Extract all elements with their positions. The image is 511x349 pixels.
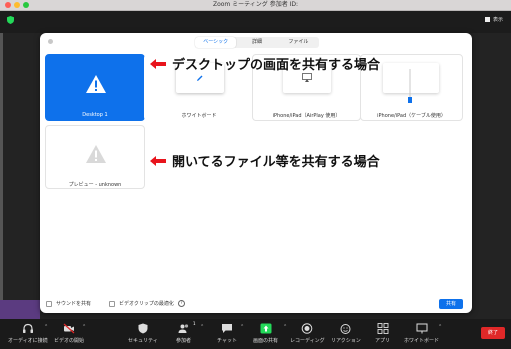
security-label: セキュリティ xyxy=(128,338,158,344)
apps-button[interactable]: アプリ xyxy=(375,323,390,344)
callout-desktop: デスクトップの画面を共有する場合 xyxy=(150,54,380,73)
cable-icon xyxy=(408,69,412,103)
optimize-video-label: ビデオクリップの最適化 xyxy=(119,301,174,307)
smiley-plus-icon xyxy=(340,324,351,334)
meeting-toolbar: オーディオに接続 ⌃ ビデオの開始 ⌃ セキュリティ 参加者 1 ⌃ チャット … xyxy=(0,319,511,349)
window-title: Zoom ミーティング 参加者 ID: xyxy=(212,1,299,8)
callout-file: 開いてるファイル等を共有する場合 xyxy=(150,151,380,170)
airplay-icon xyxy=(302,73,312,82)
chevron-up-icon[interactable]: ⌃ xyxy=(200,324,204,330)
end-meeting-button[interactable]: 終了 xyxy=(481,327,505,339)
share-sound-label: サウンドを共有 xyxy=(56,301,92,307)
chevron-up-icon[interactable]: ⌃ xyxy=(438,324,442,330)
chat-label: チャット xyxy=(217,338,237,344)
tile-label-cable: iPhone/iPad（ケーブル使用） xyxy=(377,113,446,119)
start-video-button[interactable]: ビデオの開始 xyxy=(54,323,84,344)
chevron-up-icon[interactable]: ⌃ xyxy=(44,324,48,330)
shield-icon[interactable] xyxy=(7,16,14,24)
record-button[interactable]: レコーディング xyxy=(290,323,325,344)
share-button[interactable]: 共有 xyxy=(439,299,463,309)
headphones-icon xyxy=(22,323,33,333)
warning-icon xyxy=(86,75,106,93)
chevron-up-icon[interactable]: ⌃ xyxy=(82,324,86,330)
pencil-icon xyxy=(197,75,203,81)
share-sound-option[interactable]: サウンドを共有 xyxy=(46,300,91,307)
view-label: 表示 xyxy=(492,17,503,23)
reactions-button[interactable]: リアクション xyxy=(331,323,361,344)
shield-icon xyxy=(138,323,148,334)
join-audio-label: オーディオに接続 xyxy=(8,338,48,344)
window-titlebar: Zoom ミーティング 参加者 ID: xyxy=(0,0,511,11)
stage-edge xyxy=(0,33,3,319)
callout-desktop-text: デスクトップの画面を共有する場合 xyxy=(172,58,381,73)
chat-button[interactable]: チャット xyxy=(217,323,237,344)
tile-label-preview: プレビュー - unknown xyxy=(68,182,122,188)
apps-icon xyxy=(377,323,388,334)
tab-basic[interactable]: ベーシック xyxy=(195,37,237,48)
meeting-topbar: 表示 xyxy=(0,11,511,33)
help-icon[interactable]: ? xyxy=(177,300,185,307)
participants-icon xyxy=(178,324,188,333)
warning-icon xyxy=(86,145,106,163)
close-dialog-button[interactable] xyxy=(48,39,53,44)
chevron-up-icon[interactable]: ⌃ xyxy=(283,324,287,330)
record-label: レコーディング xyxy=(290,338,325,344)
share-screen-label: 画面の共有 xyxy=(253,338,279,344)
share-screen-icon xyxy=(260,323,271,334)
whiteboard-button[interactable]: ホワイトボード xyxy=(404,323,439,344)
share-tile-preview[interactable]: プレビュー - unknown xyxy=(45,125,145,189)
share-screen-dialog: ベーシック 詳細 ファイル Desktop 1 ホワイトボード iPhone/i… xyxy=(40,33,472,313)
video-off-icon xyxy=(63,323,75,334)
optimize-video-checkbox[interactable] xyxy=(109,300,115,307)
participants-label: 参加者 xyxy=(176,338,192,344)
tile-label-whiteboard: ホワイトボード xyxy=(181,113,217,119)
chat-icon xyxy=(221,324,232,333)
security-button[interactable]: セキュリティ xyxy=(128,323,158,344)
view-button[interactable]: 表示 xyxy=(484,16,503,23)
whiteboard-icon xyxy=(416,323,427,334)
chevron-up-icon[interactable]: ⌃ xyxy=(240,324,244,330)
participants-button[interactable]: 参加者 xyxy=(176,323,191,344)
stage-background-strip xyxy=(0,300,40,320)
arrow-left-icon xyxy=(150,155,166,166)
record-icon xyxy=(302,323,313,334)
tab-advanced[interactable]: 詳細 xyxy=(236,37,277,48)
arrow-left-icon xyxy=(150,58,166,69)
join-audio-button[interactable]: オーディオに接続 xyxy=(8,323,48,344)
whiteboard-label: ホワイトボード xyxy=(404,338,440,344)
callout-file-text: 開いてるファイル等を共有する場合 xyxy=(172,155,380,170)
optimize-video-option[interactable]: ビデオクリップの最適化 ? xyxy=(109,300,185,307)
share-sound-checkbox[interactable] xyxy=(46,300,52,307)
start-video-label: ビデオの開始 xyxy=(54,338,85,344)
apps-label: アプリ xyxy=(375,338,391,344)
reactions-label: リアクション xyxy=(331,338,361,344)
participants-count: 1 xyxy=(193,321,196,326)
share-screen-button[interactable]: 画面の共有 xyxy=(253,323,278,344)
share-tabs: ベーシック 詳細 ファイル xyxy=(195,37,319,48)
cable-preview xyxy=(383,63,439,103)
share-tile-desktop[interactable]: Desktop 1 xyxy=(45,54,145,121)
tile-label-desktop: Desktop 1 xyxy=(82,112,108,118)
tile-label-airplay: iPhone/iPad（AirPlay 使用） xyxy=(272,113,341,119)
grid-view-icon xyxy=(484,17,490,22)
tab-files[interactable]: ファイル xyxy=(278,37,319,48)
